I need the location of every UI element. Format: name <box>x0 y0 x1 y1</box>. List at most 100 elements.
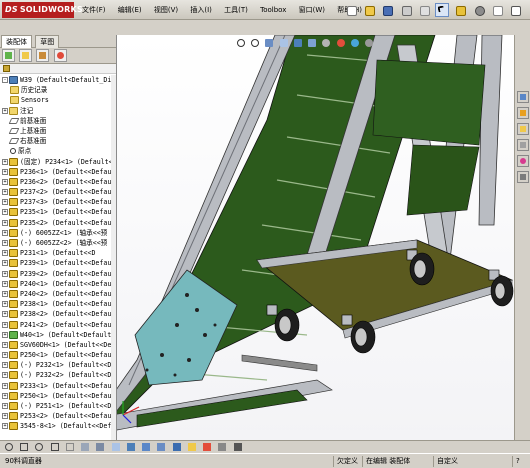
print-icon[interactable] <box>399 3 413 17</box>
tree-item[interactable]: + 注记 <box>0 106 116 116</box>
expand-toggle-icon[interactable]: + <box>2 189 8 196</box>
expand-toggle-icon[interactable]: + <box>2 168 8 175</box>
tree-item[interactable]: + P237<3> (Default<<Defau <box>0 197 116 207</box>
expand-toggle-icon[interactable]: + <box>2 362 8 369</box>
shaded-icon[interactable] <box>80 442 90 452</box>
expand-toggle-icon[interactable]: + <box>2 372 8 379</box>
expand-toggle-icon[interactable]: + <box>2 352 8 359</box>
tree-item[interactable]: 上基准面 <box>0 126 116 136</box>
expand-toggle-icon[interactable]: + <box>2 382 8 389</box>
hidden-lines-icon[interactable] <box>65 442 75 452</box>
view-top-icon[interactable] <box>172 442 182 452</box>
tree-item[interactable]: + P238<1> (Default<<Defau <box>0 299 116 309</box>
file-explorer-icon[interactable] <box>517 123 529 135</box>
view-palette-icon[interactable] <box>517 139 529 151</box>
tree-item[interactable]: + P239<1> (Default<<Defau <box>0 258 116 268</box>
tree-item[interactable]: 右基准面 <box>0 136 116 146</box>
new-document-icon[interactable] <box>344 3 358 17</box>
section-view-icon[interactable] <box>279 38 289 48</box>
expand-toggle-icon[interactable]: + <box>2 240 8 246</box>
tree-item[interactable]: Sensors <box>0 95 116 105</box>
conveyor-model[interactable] <box>117 35 514 440</box>
menu-edit[interactable]: 编辑(E) <box>116 4 144 17</box>
save-icon[interactable] <box>380 3 394 17</box>
tree-item[interactable]: + P250<1> (Default<<Defau <box>0 350 116 360</box>
expand-toggle-icon[interactable]: + <box>2 107 8 114</box>
expand-toggle-icon[interactable]: + <box>2 178 8 185</box>
tree-item[interactable]: - W39 (Default<Default_Displ <box>0 75 116 85</box>
tree-item[interactable]: + (-) P232<2> (Default<<D <box>0 370 116 380</box>
tab-assembly[interactable]: 装配体 <box>1 35 32 48</box>
expand-toggle-icon[interactable]: + <box>2 413 8 420</box>
window-restore-icon[interactable] <box>508 3 522 17</box>
tree-item[interactable]: + P250<1> (Default<<Defau <box>0 391 116 401</box>
tree-item[interactable]: + P235<2> (Default<<Defau <box>0 218 116 228</box>
display-style-icon[interactable] <box>307 38 317 48</box>
solidworks-logo[interactable]: DS SOLIDWORKS <box>2 2 83 18</box>
tree-item[interactable]: + (-) P251<1> (Default<<D <box>0 401 116 411</box>
wireframe-icon[interactable] <box>50 442 60 452</box>
previous-view-icon[interactable] <box>264 38 274 48</box>
expand-toggle-icon[interactable]: + <box>2 209 8 216</box>
zoom-icon[interactable] <box>4 442 14 452</box>
options-icon[interactable] <box>472 3 486 17</box>
expand-toggle-icon[interactable]: + <box>2 260 8 267</box>
menu-tools[interactable]: 工具(T) <box>222 4 250 17</box>
status-units[interactable]: 自定义 <box>433 456 461 467</box>
tree-item[interactable]: + P235<1> (Default<<Defau <box>0 207 116 217</box>
isometric-icon[interactable] <box>202 442 212 452</box>
open-folder-icon[interactable] <box>362 3 376 17</box>
edit-appearance-icon[interactable] <box>336 38 346 48</box>
undo-icon[interactable] <box>417 3 431 17</box>
zoom-to-area-icon[interactable] <box>250 38 260 48</box>
pan-icon[interactable] <box>19 442 29 452</box>
expand-toggle-icon[interactable]: + <box>2 158 8 165</box>
hide-show-items-icon[interactable] <box>321 38 331 48</box>
configuration-manager-icon[interactable] <box>36 49 50 62</box>
expand-toggle-icon[interactable]: - <box>2 77 8 83</box>
display-manager-icon[interactable] <box>53 49 67 62</box>
expand-toggle-icon[interactable]: + <box>2 321 8 328</box>
tree-item[interactable]: + P237<2> (Default<<Defau <box>0 187 116 197</box>
custom-properties-icon[interactable] <box>517 171 529 183</box>
menu-toolbox[interactable]: Toolbox <box>258 4 288 17</box>
feature-manager-icon[interactable] <box>2 49 15 62</box>
perspective-icon[interactable] <box>111 442 121 452</box>
tree-item[interactable]: + W40<1> (Default<Default_ <box>0 330 116 340</box>
view-right-icon[interactable] <box>187 442 197 452</box>
expand-toggle-icon[interactable]: + <box>2 301 8 308</box>
tree-item[interactable]: + (-) 6005ZZ<2> (轴承<<预 <box>0 238 116 248</box>
tree-item[interactable]: + P253<2> (Default<<Defau <box>0 411 116 421</box>
rebuild-icon[interactable] <box>453 3 467 17</box>
expand-toggle-icon[interactable]: + <box>2 199 8 206</box>
tree-item[interactable]: + P240<2> (Default<<Defau <box>0 289 116 299</box>
expand-toggle-icon[interactable]: + <box>2 331 8 338</box>
expand-toggle-icon[interactable]: + <box>2 392 8 399</box>
view-settings-icon[interactable] <box>364 38 374 48</box>
expand-toggle-icon[interactable]: + <box>2 290 8 297</box>
resources-icon[interactable] <box>517 91 529 103</box>
view-settings-bottom-icon[interactable] <box>217 442 227 452</box>
tree-item[interactable]: + P240<1> (Default<<Defau <box>0 279 116 289</box>
camera-icon[interactable] <box>233 442 243 452</box>
tree-item[interactable]: 前基准面 <box>0 116 116 126</box>
tree-item[interactable]: + P233<1> (Default<<Defau <box>0 381 116 391</box>
tree-item[interactable]: + P236<2> (Default<<Defau <box>0 177 116 187</box>
expand-toggle-icon[interactable]: + <box>2 270 8 277</box>
expand-toggle-icon[interactable]: + <box>2 219 8 226</box>
property-manager-icon[interactable] <box>19 49 33 62</box>
expand-toggle-icon[interactable]: + <box>2 280 8 287</box>
tree-item[interactable]: + P231<1> (Default<<D <box>0 248 116 258</box>
graphics-area[interactable] <box>117 35 514 440</box>
tree-item[interactable]: + (-) P232<1> (Default<<D <box>0 360 116 370</box>
menu-file[interactable]: 文件(F) <box>80 4 108 17</box>
tree-item[interactable]: + P241<2> (Default<<Defau <box>0 320 116 330</box>
tree-item[interactable]: + P236<1> (Default<<Defau <box>0 167 116 177</box>
shadows-icon[interactable] <box>126 442 136 452</box>
tree-item[interactable]: + P239<2> (Default<<Defau <box>0 269 116 279</box>
tree-item[interactable]: 原点 <box>0 146 116 156</box>
expand-toggle-icon[interactable]: + <box>2 250 8 257</box>
view-front-icon[interactable] <box>156 442 166 452</box>
status-help[interactable]: ? <box>512 456 523 467</box>
expand-toggle-icon[interactable]: + <box>2 311 8 318</box>
